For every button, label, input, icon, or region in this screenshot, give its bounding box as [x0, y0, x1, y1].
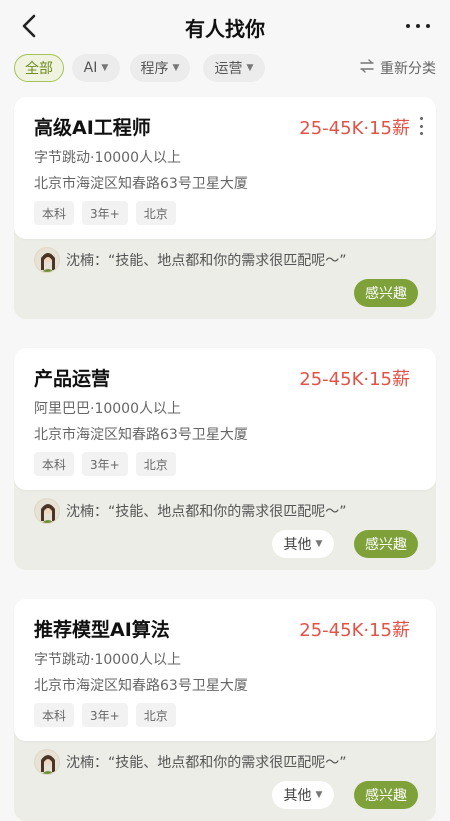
job-title: 高级AI工程师: [34, 117, 151, 139]
card-actions: 感兴趣: [354, 279, 418, 307]
job-tags: 本科 3年+ 北京: [34, 452, 176, 476]
interested-button[interactable]: 感兴趣: [354, 279, 418, 307]
caret-down-icon: ▼: [246, 63, 254, 73]
tag-city: 北京: [135, 703, 176, 727]
swap-arrows-icon: [359, 59, 375, 77]
tag-city: 北京: [135, 201, 176, 225]
filter-chip-all[interactable]: 全部: [14, 54, 64, 82]
job-card[interactable]: 推荐模型AI算法 25-45K·15薪 字节跳动·10000人以上 北京市海淀区…: [14, 599, 436, 821]
caret-down-icon: ▼: [315, 790, 323, 800]
other-button[interactable]: 其他 ▼: [272, 530, 334, 558]
job-card[interactable]: 高级AI工程师 25-45K·15薪 字节跳动·10000人以上 北京市海淀区知…: [14, 97, 436, 319]
filter-chip-ops[interactable]: 运营 ▼: [203, 54, 265, 82]
caret-down-icon: ▼: [101, 63, 109, 73]
regroup-button[interactable]: 重新分类: [359, 58, 436, 78]
caret-down-icon: ▼: [172, 63, 180, 73]
interested-button[interactable]: 感兴趣: [354, 781, 418, 809]
avatar: [34, 749, 60, 775]
caret-down-icon: ▼: [315, 539, 323, 549]
job-tags: 本科 3年+ 北京: [34, 201, 176, 225]
filter-chip-ai[interactable]: AI ▼: [72, 54, 120, 82]
avatar: [34, 498, 60, 524]
recruiter-message: 沈楠：“技能、地点都和你的需求很匹配呢～”: [34, 498, 347, 524]
job-salary: 25-45K·15薪: [299, 118, 410, 139]
tag-education: 本科: [34, 201, 75, 225]
more-horizontal-icon[interactable]: [406, 14, 430, 38]
tag-education: 本科: [34, 703, 75, 727]
more-vertical-icon[interactable]: [420, 117, 424, 135]
filter-bar: 全部 AI ▼ 程序 ▼ 运营 ▼ 重新分类: [0, 54, 450, 84]
job-card-body[interactable]: 推荐模型AI算法 25-45K·15薪 字节跳动·10000人以上 北京市海淀区…: [14, 599, 436, 741]
job-salary: 25-45K·15薪: [299, 369, 410, 390]
recruiter-quote: 沈楠：“技能、地点都和你的需求很匹配呢～”: [66, 755, 347, 771]
tag-city: 北京: [135, 452, 176, 476]
company-info: 字节跳动·10000人以上: [34, 150, 181, 166]
job-card-body[interactable]: 高级AI工程师 25-45K·15薪 字节跳动·10000人以上 北京市海淀区知…: [14, 97, 436, 239]
recruiter-quote: 沈楠：“技能、地点都和你的需求很匹配呢～”: [66, 504, 347, 520]
job-title: 推荐模型AI算法: [34, 619, 170, 641]
card-actions: 其他 ▼ 感兴趣: [272, 781, 418, 809]
interested-button[interactable]: 感兴趣: [354, 530, 418, 558]
recruiter-quote: 沈楠：“技能、地点都和你的需求很匹配呢～”: [66, 253, 347, 269]
recruiter-message: 沈楠：“技能、地点都和你的需求很匹配呢～”: [34, 247, 347, 273]
tag-education: 本科: [34, 452, 75, 476]
company-info: 阿里巴巴·10000人以上: [34, 401, 181, 417]
filter-chip-program[interactable]: 程序 ▼: [130, 54, 190, 82]
card-actions: 其他 ▼ 感兴趣: [272, 530, 418, 558]
job-address: 北京市海淀区知春路63号卫星大厦: [34, 678, 248, 694]
page-title: 有人找你: [185, 17, 265, 41]
job-card[interactable]: 产品运营 25-45K·15薪 阿里巴巴·10000人以上 北京市海淀区知春路6…: [14, 348, 436, 570]
tag-experience: 3年+: [82, 201, 128, 225]
job-title: 产品运营: [34, 368, 111, 390]
company-info: 字节跳动·10000人以上: [34, 652, 181, 668]
job-address: 北京市海淀区知春路63号卫星大厦: [34, 427, 248, 443]
tag-experience: 3年+: [82, 703, 128, 727]
job-salary: 25-45K·15薪: [299, 620, 410, 641]
tag-experience: 3年+: [82, 452, 128, 476]
top-bar: 有人找你: [0, 0, 450, 52]
other-button[interactable]: 其他 ▼: [272, 781, 334, 809]
recruiter-message: 沈楠：“技能、地点都和你的需求很匹配呢～”: [34, 749, 347, 775]
avatar: [34, 247, 60, 273]
job-card-body[interactable]: 产品运营 25-45K·15薪 阿里巴巴·10000人以上 北京市海淀区知春路6…: [14, 348, 436, 490]
job-address: 北京市海淀区知春路63号卫星大厦: [34, 176, 248, 192]
job-tags: 本科 3年+ 北京: [34, 703, 176, 727]
